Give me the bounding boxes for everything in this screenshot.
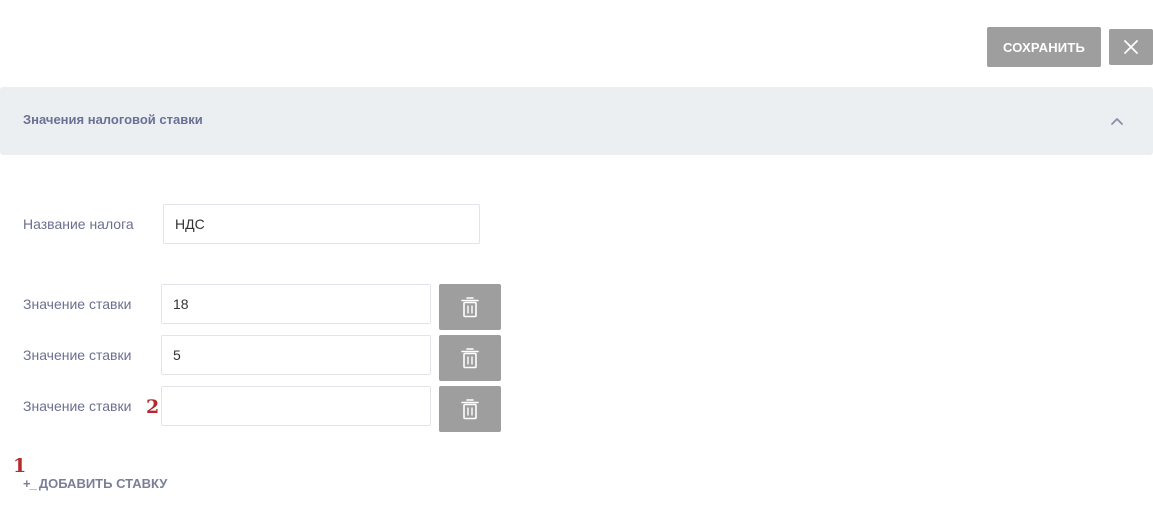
- tax-name-label: Название налога: [23, 216, 134, 232]
- rate-value-input[interactable]: [161, 386, 431, 426]
- add-rate-label: ДОБАВИТЬ СТАВКУ: [38, 476, 168, 491]
- rate-value-input[interactable]: [161, 335, 431, 375]
- delete-rate-button[interactable]: [439, 386, 501, 432]
- tax-rate-form-page: СОХРАНИТЬ Значения налоговой ставки Назв…: [0, 0, 1153, 517]
- trash-icon: [461, 348, 479, 369]
- trash-icon: [461, 399, 479, 420]
- rate-label: Значение ставки: [23, 347, 132, 363]
- annotation-marker-2: 2: [146, 396, 160, 418]
- section-header[interactable]: Значения налоговой ставки: [0, 87, 1153, 155]
- section-title: Значения налоговой ставки: [23, 112, 203, 127]
- delete-rate-button[interactable]: [439, 284, 501, 330]
- rate-label: Значение ставки: [23, 398, 132, 414]
- plus-icon: +_: [23, 476, 37, 491]
- save-button[interactable]: СОХРАНИТЬ: [987, 27, 1101, 67]
- rate-value-input[interactable]: [161, 284, 431, 324]
- tax-name-input[interactable]: [163, 204, 480, 244]
- rate-label: Значение ставки: [23, 296, 132, 312]
- add-rate-button[interactable]: +_ ДОБАВИТЬ СТАВКУ: [23, 476, 167, 491]
- trash-icon: [461, 297, 479, 318]
- delete-rate-button[interactable]: [439, 335, 501, 381]
- annotation-marker-1: 1: [13, 455, 27, 477]
- close-button[interactable]: [1109, 29, 1153, 65]
- chevron-up-icon[interactable]: [1109, 113, 1125, 129]
- close-icon: [1124, 40, 1138, 54]
